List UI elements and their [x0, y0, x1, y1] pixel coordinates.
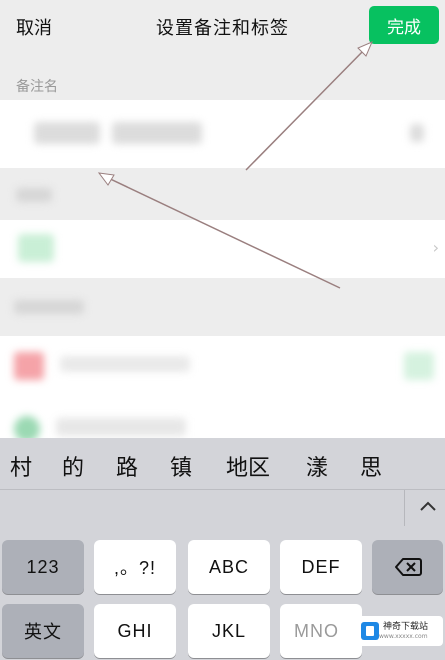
candidate-2[interactable]: 路	[116, 450, 138, 482]
tags-section-band	[0, 168, 445, 220]
key-123[interactable]: 123	[2, 540, 84, 594]
tags-row[interactable]: ›	[0, 220, 445, 278]
candidate-bar: 村 的 路 镇 地区 漾 思	[0, 438, 445, 490]
remove-phone-icon[interactable]	[14, 352, 44, 380]
phone-section-band	[0, 278, 445, 336]
key-ghi[interactable]: GHI	[94, 604, 176, 658]
key-def[interactable]: DEF	[280, 540, 362, 594]
key-punctuation[interactable]: ,。?!	[94, 540, 176, 594]
clear-input-icon[interactable]	[410, 124, 424, 142]
candidate-5[interactable]: 漾	[306, 450, 328, 482]
blurred-phone-action	[404, 352, 434, 380]
phone-row[interactable]	[0, 336, 445, 394]
navigation-bar: 取消 设置备注和标签 完成	[0, 0, 445, 58]
backspace-icon[interactable]	[372, 540, 443, 594]
candidate-1[interactable]: 的	[62, 450, 84, 482]
key-abc[interactable]: ABC	[188, 540, 270, 594]
remark-name-field[interactable]	[0, 100, 445, 168]
key-english[interactable]: 英文	[2, 604, 84, 658]
blurred-phone-number	[60, 356, 190, 372]
blurred-section-label	[16, 188, 52, 202]
remark-section-label: 备注名	[16, 79, 58, 95]
watermark-text: 神奇下载站	[383, 622, 429, 632]
blurred-tag-chip	[18, 234, 54, 262]
watermark-sub: www.xxxxx.com	[379, 633, 428, 640]
blurred-section-label-2	[14, 300, 84, 314]
watermark-logo-icon	[361, 622, 379, 640]
blurred-remark-part-2	[112, 122, 202, 144]
key-jkl[interactable]: JKL	[188, 604, 270, 658]
watermark: 神奇下载站 www.xxxxx.com	[357, 616, 443, 646]
candidate-4[interactable]: 地区	[226, 450, 270, 482]
key-mno[interactable]: MNO	[280, 604, 362, 658]
chevron-up-icon[interactable]	[414, 492, 442, 520]
chevron-right-icon: ›	[432, 238, 439, 257]
blurred-add-label	[56, 418, 186, 436]
add-phone-row[interactable]	[0, 394, 445, 442]
candidate-6[interactable]: 思	[360, 450, 382, 482]
candidate-separator	[404, 490, 405, 526]
done-button[interactable]: 完成	[369, 6, 439, 44]
candidate-0[interactable]: 村	[10, 450, 32, 482]
candidate-3[interactable]: 镇	[170, 450, 192, 482]
blurred-remark-part-1	[34, 122, 100, 144]
